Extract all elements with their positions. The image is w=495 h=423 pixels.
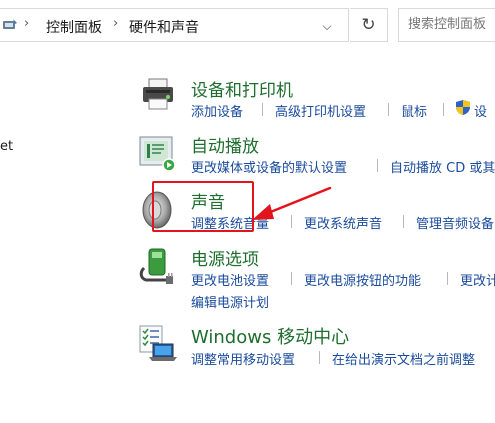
annotation-highlight-box: [152, 181, 254, 232]
link-adjust-mobility-settings[interactable]: 调整常用移动设置: [191, 349, 295, 368]
link-separator: [319, 351, 320, 364]
autoplay-icon: [139, 136, 176, 171]
breadcrumb-control-panel[interactable]: 控制面板: [46, 17, 102, 37]
search-input[interactable]: 搜索控制面板: [398, 8, 495, 42]
chevron-down-icon[interactable]: ⌵: [318, 17, 336, 35]
category-title-power-options[interactable]: 电源选项: [191, 245, 259, 270]
control-panel-icon: [3, 19, 17, 29]
refresh-button[interactable]: ↻: [350, 8, 388, 42]
link-manage-audio-devices[interactable]: 管理音频设备: [416, 213, 494, 232]
link-edit-power-plan[interactable]: 编辑电源计划: [191, 292, 269, 311]
power-icon: [139, 248, 173, 284]
link-separator: [291, 272, 292, 285]
chevron-right-icon: ›: [113, 16, 119, 31]
link-separator: [443, 103, 444, 116]
link-add-device[interactable]: 添加设备: [191, 101, 243, 120]
address-toolbar: › 控制面板 › 硬件和声音 ⌵ ↻ 搜索控制面板: [0, 0, 495, 51]
link-change-system-sounds[interactable]: 更改系统声音: [304, 213, 382, 232]
shield-icon: [456, 100, 470, 115]
refresh-icon: ↻: [361, 15, 376, 35]
link-separator: [403, 215, 404, 228]
link-mouse[interactable]: 鼠标: [401, 101, 427, 120]
category-title-autoplay[interactable]: 自动播放: [191, 132, 259, 157]
mobility-center-icon: [139, 325, 177, 361]
link-device-manager[interactable]: 设: [474, 101, 487, 120]
link-separator: [291, 215, 292, 228]
category-title-mobility-center[interactable]: Windows 移动中心: [191, 323, 349, 349]
link-separator: [388, 103, 389, 116]
breadcrumb-hardware-sound[interactable]: 硬件和声音: [129, 17, 199, 37]
printer-icon: [143, 78, 173, 110]
link-change-battery-settings[interactable]: 更改电池设置: [191, 270, 269, 289]
link-separator: [377, 159, 378, 172]
address-bar[interactable]: › 控制面板 › 硬件和声音 ⌵: [0, 8, 349, 42]
category-title-devices-printers[interactable]: 设备和打印机: [191, 76, 293, 101]
link-advanced-printer-settings[interactable]: 高级打印机设置: [275, 101, 366, 120]
link-change-computer-sleep[interactable]: 更改计: [460, 270, 495, 289]
link-presentation-settings[interactable]: 在给出演示文档之前调整: [332, 349, 475, 368]
link-separator: [262, 103, 263, 116]
chevron-right-icon: ›: [24, 16, 30, 31]
link-autoplay-cd[interactable]: 自动播放 CD 或其: [390, 157, 495, 176]
left-pane-text: et: [0, 139, 14, 154]
link-change-default-media-settings[interactable]: 更改媒体或设备的默认设置: [191, 157, 347, 176]
link-separator: [447, 272, 448, 285]
link-change-power-button[interactable]: 更改电源按钮的功能: [304, 270, 421, 289]
